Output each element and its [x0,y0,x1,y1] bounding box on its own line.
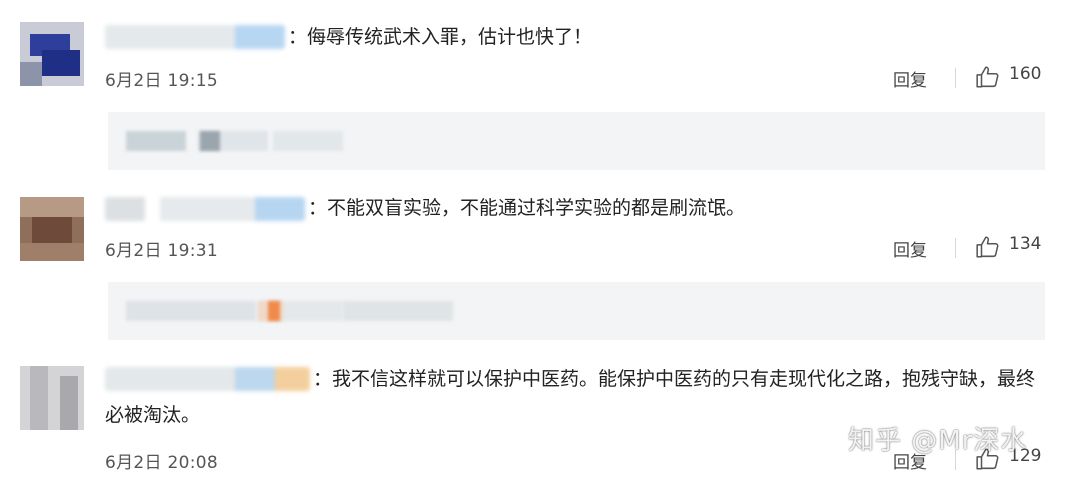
comment-text: ：不能双盲实验，不能通过科学实验的都是刷流氓。 [105,190,1035,226]
divider [955,68,956,88]
like-count: 160 [1009,64,1042,84]
reply-button[interactable]: 回复 [893,236,927,261]
thumbs-up-icon [976,66,999,88]
comment-text: ：侮辱传统武术入罪，估计也快了！ [105,19,1035,55]
comment-body: ：不能双盲实验，不能通过科学实验的都是刷流氓。 [308,197,746,219]
avatar[interactable] [20,197,84,261]
sub-reply-preview[interactable] [108,282,1045,340]
sub-reply-preview[interactable] [108,112,1045,170]
comment-date: 6月2日 19:31 [105,241,219,261]
reply-button[interactable]: 回复 [893,66,927,91]
comment-date: 6月2日 20:08 [105,453,219,473]
comment-body: ：侮辱传统武术入罪，估计也快了！ [288,26,593,48]
divider [955,238,956,258]
like-count: 134 [1009,234,1042,254]
avatar[interactable] [20,366,84,430]
thumbs-up-icon [976,236,999,258]
like-button[interactable]: 134 [975,232,1043,260]
like-button[interactable]: 160 [975,62,1043,90]
comment-body: ：我不信这样就可以保护中医药。能保护中医药的只有走现代化之路，抱残守缺，最终必被… [105,368,1036,426]
comment-date: 6月2日 19:15 [105,71,219,91]
zhihu-watermark: 知乎 @Mr深水 [848,426,1028,456]
avatar[interactable] [20,22,84,86]
